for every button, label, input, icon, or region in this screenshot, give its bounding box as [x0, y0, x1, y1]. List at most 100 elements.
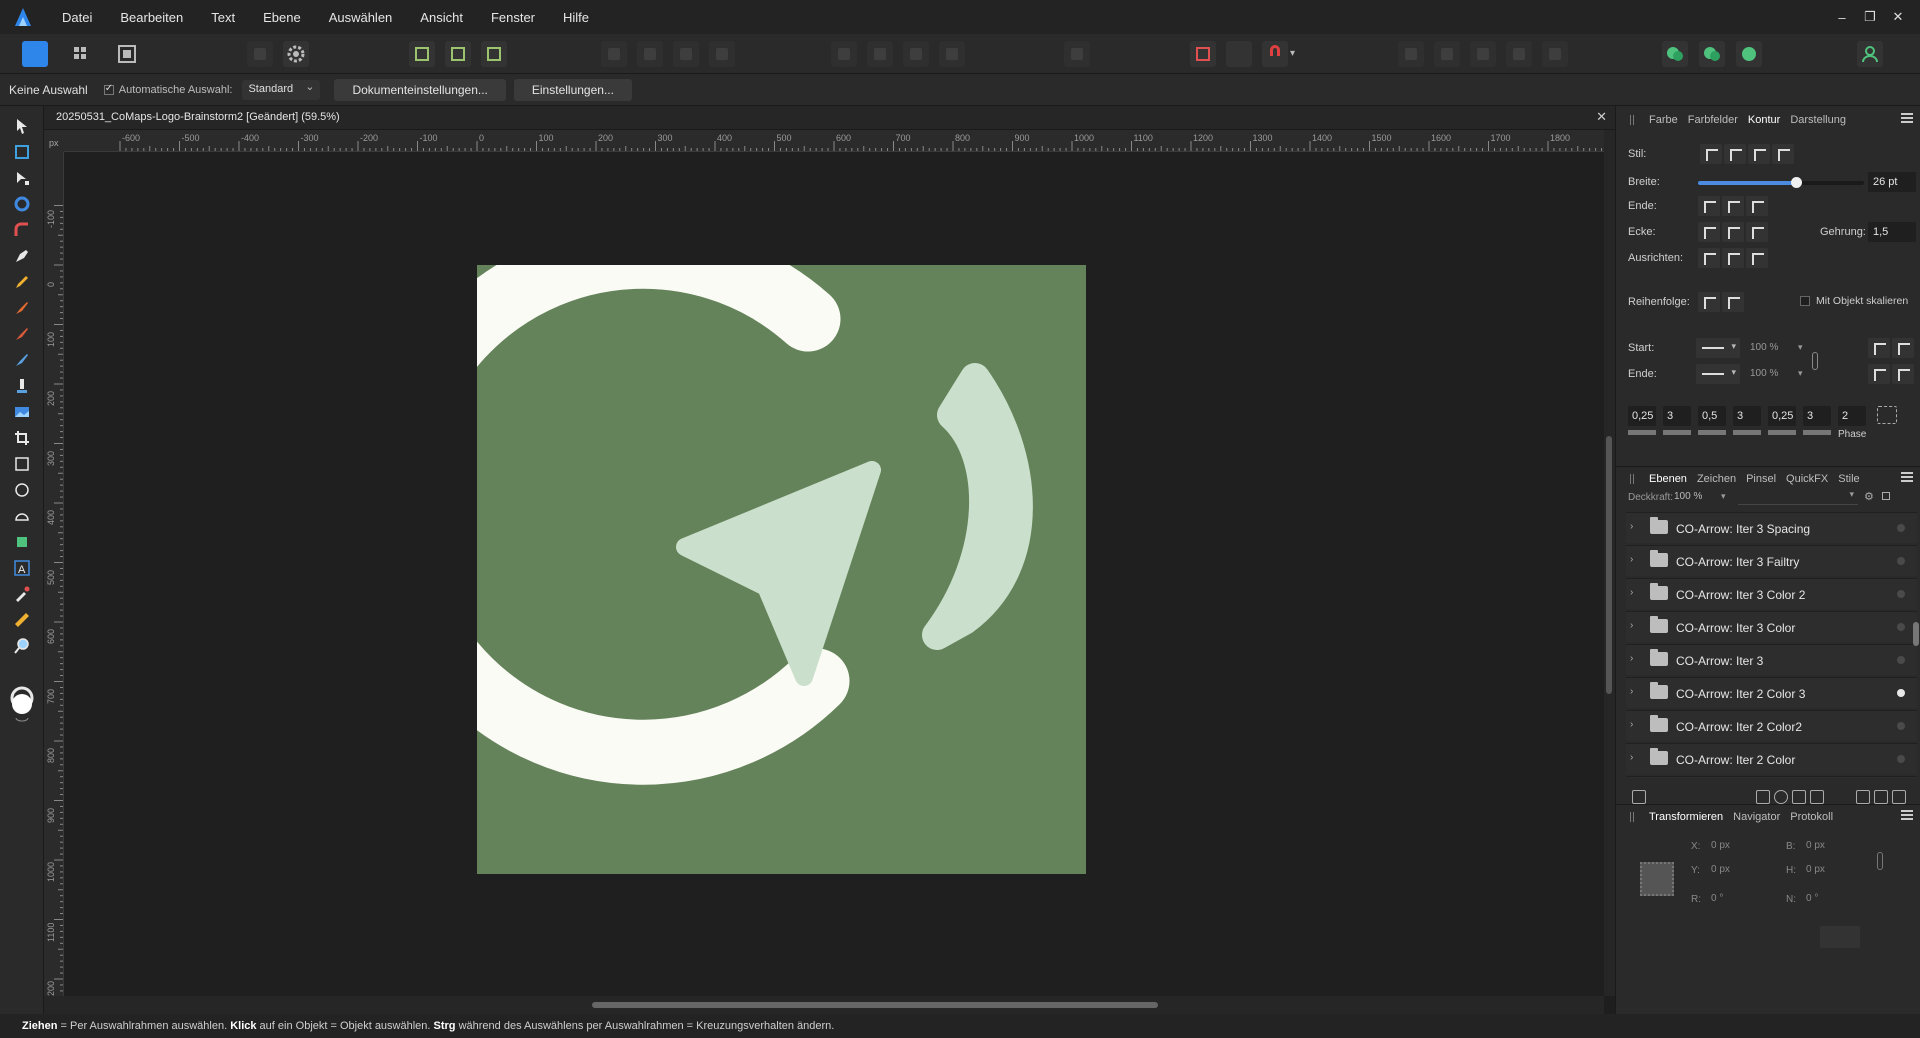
chevron-right-icon[interactable]: › [1630, 554, 1633, 565]
fx-icon[interactable] [1792, 790, 1806, 804]
menu-hilfe[interactable]: Hilfe [549, 10, 603, 25]
layer-row[interactable]: › CO-Arrow: Iter 3 Spacing [1626, 512, 1917, 543]
chevron-right-icon[interactable]: › [1630, 521, 1633, 532]
menu-bearbeiten[interactable]: Bearbeiten [106, 10, 197, 25]
delete-layer-icon[interactable] [1892, 790, 1906, 804]
pen-tool[interactable] [10, 244, 34, 268]
tab-navigator[interactable]: Navigator [1728, 811, 1785, 823]
chevron-down-icon[interactable]: ▾ [1290, 48, 1295, 59]
toolbar-button-8[interactable] [903, 41, 929, 67]
toolbar-button-12[interactable] [1398, 41, 1424, 67]
layers-scrollbar[interactable] [1913, 512, 1919, 776]
visibility-toggle[interactable] [1897, 623, 1905, 631]
toolbar-button-11[interactable] [1226, 41, 1252, 67]
place-image-tool[interactable] [10, 400, 34, 424]
visibility-toggle[interactable] [1897, 557, 1905, 565]
menu-ansicht[interactable]: Ansicht [406, 10, 477, 25]
menu-datei[interactable]: Datei [48, 10, 106, 25]
visibility-toggle[interactable] [1897, 689, 1905, 697]
pixel-persona-button[interactable] [68, 41, 94, 67]
artistic-text-tool[interactable]: A [10, 556, 34, 580]
transparency-tool[interactable] [10, 374, 34, 398]
auto-select-checkbox[interactable] [103, 83, 114, 95]
pencil-tool[interactable] [10, 270, 34, 294]
toolbar-button-9[interactable] [939, 41, 965, 67]
settings-gear-button[interactable] [283, 41, 309, 67]
toolbar-button-3[interactable] [637, 41, 663, 67]
horizontal-scroll-thumb[interactable] [592, 1002, 1158, 1008]
visibility-toggle[interactable] [1897, 656, 1905, 664]
visibility-toggle[interactable] [1897, 755, 1905, 763]
restore-button[interactable]: ❐ [1856, 9, 1884, 25]
toolbar-button-7[interactable] [867, 41, 893, 67]
chevron-right-icon[interactable]: › [1630, 686, 1633, 697]
link-icon[interactable] [1877, 852, 1883, 870]
snap-button-1[interactable] [409, 41, 435, 67]
vector-brush-tool[interactable] [10, 296, 34, 320]
chevron-right-icon[interactable]: › [1630, 653, 1633, 664]
y-input[interactable]: 0 px [1706, 860, 1768, 880]
vertical-scroll-thumb[interactable] [1606, 436, 1612, 694]
artboard[interactable] [477, 265, 1086, 874]
layer-row[interactable]: › CO-Arrow: Iter 2 Color 3 [1626, 677, 1917, 708]
canvas[interactable] [64, 152, 1604, 996]
layer-row[interactable]: ›CO-Arrow: Iter 2 [1626, 776, 1917, 778]
shear-input[interactable]: 0 ° [1801, 889, 1863, 909]
move-tool[interactable] [10, 114, 34, 138]
color-picker-tool[interactable] [10, 582, 34, 606]
fill-tool[interactable] [10, 348, 34, 372]
visibility-toggle[interactable] [1897, 524, 1905, 532]
snapping-toggle-button[interactable] [1190, 41, 1216, 67]
export-persona-button[interactable] [114, 41, 140, 67]
panel-grip-icon[interactable] [1630, 811, 1634, 822]
ellipse-tool[interactable] [10, 478, 34, 502]
snap-button-3[interactable] [481, 41, 507, 67]
toolbar-button-6[interactable] [831, 41, 857, 67]
chevron-right-icon[interactable]: › [1630, 752, 1633, 763]
rotation-input[interactable]: 0 ° [1706, 889, 1768, 909]
account-button[interactable] [1857, 41, 1883, 67]
layer-options-icon[interactable] [1632, 790, 1646, 804]
settings-button[interactable]: Einstellungen... [513, 78, 632, 101]
pixel-brush-tool[interactable] [10, 322, 34, 346]
horizontal-scrollbar[interactable] [44, 996, 1604, 1014]
adjustment-icon[interactable] [1774, 790, 1788, 804]
layer-row[interactable]: › CO-Arrow: Iter 3 [1626, 644, 1917, 675]
visibility-toggle[interactable] [1897, 722, 1905, 730]
boolean-button-1[interactable] [1662, 41, 1688, 67]
add-group-icon[interactable] [1856, 790, 1870, 804]
x-input[interactable]: 0 px [1706, 836, 1768, 856]
menu-text[interactable]: Text [197, 10, 249, 25]
measure-tool[interactable] [10, 608, 34, 632]
snap-button-2[interactable] [445, 41, 471, 67]
rounded-shape-tool[interactable] [10, 504, 34, 528]
corner-tool[interactable] [10, 218, 34, 242]
rectangle-tool[interactable] [10, 452, 34, 476]
frame-text-tool[interactable] [10, 530, 34, 554]
toolbar-button-15[interactable] [1506, 41, 1532, 67]
layers-scroll-thumb[interactable] [1913, 622, 1919, 646]
toolbar-button-5[interactable] [709, 41, 735, 67]
toolbar-button-10[interactable] [1064, 41, 1090, 67]
close-window-button[interactable]: ✕ [1884, 9, 1912, 25]
mask-layer-icon[interactable] [1756, 790, 1770, 804]
brush-layer-icon[interactable] [1810, 790, 1824, 804]
minimize-button[interactable]: – [1828, 10, 1856, 25]
chevron-right-icon[interactable]: › [1630, 620, 1633, 631]
document-settings-button[interactable]: Dokumenteinstellungen... [334, 78, 506, 101]
toolbar-button-1[interactable] [247, 41, 273, 67]
close-document-icon[interactable]: ✕ [1596, 109, 1607, 125]
point-transform-tool[interactable] [10, 192, 34, 216]
toolbar-button-13[interactable] [1434, 41, 1460, 67]
add-layer-icon[interactable] [1874, 790, 1888, 804]
visibility-toggle[interactable] [1897, 590, 1905, 598]
magnet-button[interactable] [1262, 41, 1288, 67]
color-swatch[interactable] [10, 684, 34, 724]
menu-ebene[interactable]: Ebene [249, 10, 315, 25]
crop-tool[interactable] [10, 426, 34, 450]
toolbar-button-4[interactable] [673, 41, 699, 67]
vertical-scrollbar[interactable] [1604, 130, 1615, 996]
node-tool[interactable] [10, 166, 34, 190]
artboard-tool[interactable] [10, 140, 34, 164]
panel-menu-icon[interactable] [1901, 810, 1913, 820]
